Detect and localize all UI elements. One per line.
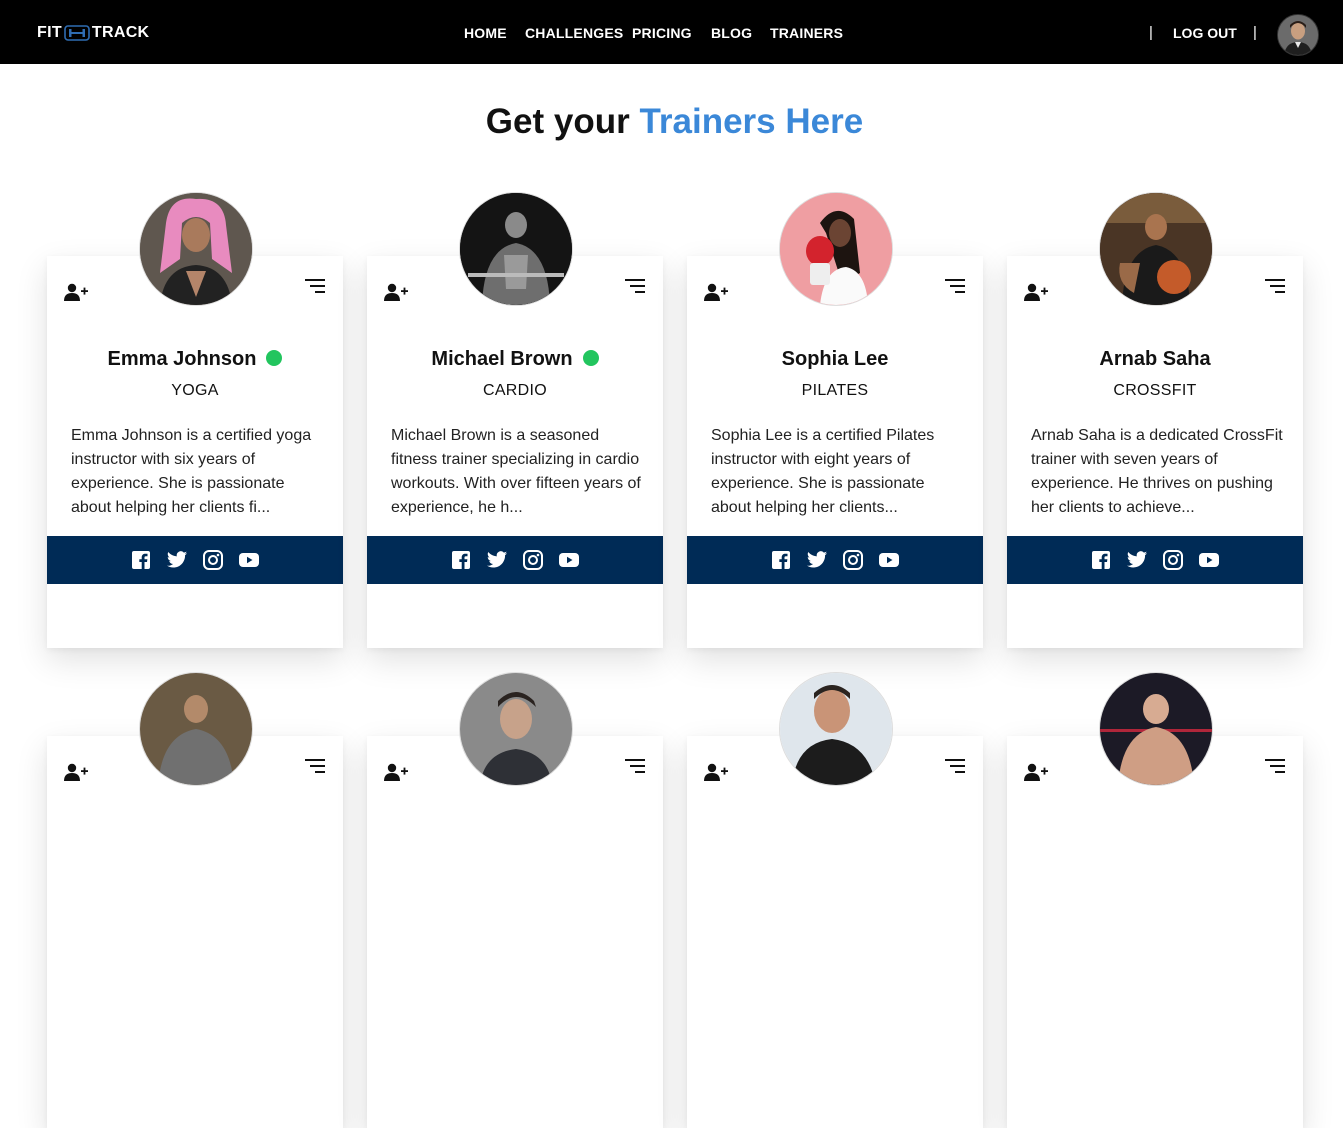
social-links-bar — [367, 536, 663, 584]
add-user-icon[interactable] — [63, 762, 89, 782]
top-navbar: FIT TRACK HOME CHALLENGES PRICING BLOG T… — [0, 0, 1343, 64]
trainer-card: Emma Johnson YOGA Emma Johnson is a cert… — [47, 256, 343, 648]
trainer-photo — [1099, 672, 1213, 786]
trainer-photo — [459, 672, 573, 786]
trainer-bio: Arnab Saha is a dedicated CrossFit train… — [1031, 427, 1283, 516]
trainer-photo — [779, 192, 893, 306]
nav-pricing[interactable]: PRICING — [632, 25, 692, 41]
menu-icon[interactable] — [625, 278, 645, 294]
page-title-prefix: Get your — [485, 102, 640, 141]
trainer-bio: Emma Johnson is a certified yoga instruc… — [71, 427, 312, 516]
trainer-card — [367, 736, 663, 1128]
instagram-icon[interactable] — [202, 549, 224, 571]
trainer-specialty: PILATES — [801, 382, 869, 399]
trainer-name-text: Sophia Lee — [781, 348, 889, 370]
add-user-icon[interactable] — [63, 282, 89, 302]
menu-icon[interactable] — [305, 758, 325, 774]
social-links-bar — [1007, 536, 1303, 584]
menu-icon[interactable] — [305, 278, 325, 294]
youtube-icon[interactable] — [238, 549, 260, 571]
trainer-name-text: Emma Johnson — [107, 348, 257, 370]
trainer-name: Sophia Lee — [687, 348, 983, 371]
nav-blog[interactable]: BLOG — [711, 25, 752, 41]
youtube-icon[interactable] — [1198, 549, 1220, 571]
facebook-icon[interactable] — [130, 549, 152, 571]
trainer-card: Michael Brown CARDIO Michael Brown is a … — [367, 256, 663, 648]
youtube-icon[interactable] — [558, 549, 580, 571]
trainer-card: Arnab Saha CROSSFIT Arnab Saha is a dedi… — [1007, 256, 1303, 648]
add-user-icon[interactable] — [703, 762, 729, 782]
avatar-portrait — [1278, 15, 1318, 55]
page-title: Get your Trainers Here — [0, 102, 1343, 142]
add-user-icon[interactable] — [383, 282, 409, 302]
add-user-icon[interactable] — [383, 762, 409, 782]
trainer-photo — [459, 192, 573, 306]
youtube-icon[interactable] — [878, 549, 900, 571]
main-nav: HOME CHALLENGES PRICING BLOG TRAINERS — [0, 25, 1343, 43]
trainer-specialty: YOGA — [171, 382, 219, 399]
trainer-card: Sophia Lee PILATES Sophia Lee is a certi… — [687, 256, 983, 648]
trainer-card — [687, 736, 983, 1128]
menu-icon[interactable] — [1265, 278, 1285, 294]
trainer-name-text: Michael Brown — [431, 348, 573, 370]
instagram-icon[interactable] — [1162, 549, 1184, 571]
trainer-bio: Sophia Lee is a certified Pilates instru… — [711, 427, 935, 516]
user-avatar[interactable] — [1277, 14, 1319, 56]
add-user-icon[interactable] — [1023, 762, 1049, 782]
trainer-name: Emma Johnson — [47, 348, 343, 371]
instagram-icon[interactable] — [842, 549, 864, 571]
logout-link[interactable]: LOG OUT — [1173, 25, 1237, 41]
menu-icon[interactable] — [1265, 758, 1285, 774]
menu-icon[interactable] — [625, 758, 645, 774]
online-status-dot — [582, 349, 599, 366]
add-user-icon[interactable] — [703, 282, 729, 302]
menu-icon[interactable] — [945, 758, 965, 774]
twitter-icon[interactable] — [486, 549, 508, 571]
page-title-highlight: Trainers Here — [639, 102, 864, 141]
twitter-icon[interactable] — [806, 549, 828, 571]
social-links-bar — [687, 536, 983, 584]
trainer-name-text: Arnab Saha — [1099, 348, 1211, 370]
trainer-photo — [139, 192, 253, 306]
trainer-card — [47, 736, 343, 1128]
nav-separator: | — [1149, 24, 1153, 41]
menu-icon[interactable] — [945, 278, 965, 294]
facebook-icon[interactable] — [770, 549, 792, 571]
nav-trainers[interactable]: TRAINERS — [770, 25, 843, 41]
nav-home[interactable]: HOME — [464, 25, 507, 41]
facebook-icon[interactable] — [450, 549, 472, 571]
facebook-icon[interactable] — [1090, 549, 1112, 571]
online-status-dot — [266, 349, 283, 366]
trainer-photo — [139, 672, 253, 786]
twitter-icon[interactable] — [166, 549, 188, 571]
instagram-icon[interactable] — [522, 549, 544, 571]
trainer-photo — [1099, 192, 1213, 306]
nav-separator: | — [1253, 24, 1257, 41]
trainer-photo — [779, 672, 893, 786]
add-user-icon[interactable] — [1023, 282, 1049, 302]
nav-challenges[interactable]: CHALLENGES — [525, 25, 623, 41]
trainer-card — [1007, 736, 1303, 1128]
trainer-bio: Michael Brown is a seasoned fitness trai… — [391, 427, 641, 516]
trainer-specialty: CROSSFIT — [1113, 382, 1197, 399]
trainer-name: Michael Brown — [367, 348, 663, 371]
social-links-bar — [47, 536, 343, 584]
trainer-name: Arnab Saha — [1007, 348, 1303, 371]
trainer-specialty: CARDIO — [482, 382, 548, 399]
twitter-icon[interactable] — [1126, 549, 1148, 571]
